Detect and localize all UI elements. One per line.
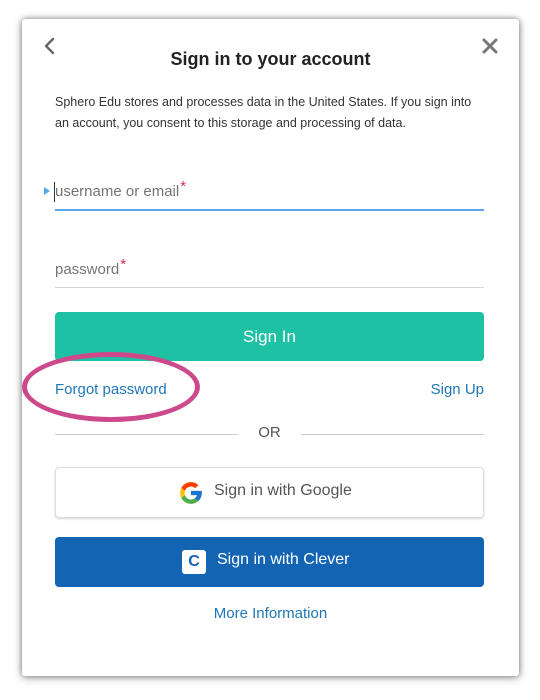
clever-button-label: Sign in with Clever bbox=[217, 551, 350, 568]
password-field[interactable]: password* bbox=[55, 247, 484, 288]
forgot-password-link[interactable]: Forgot password bbox=[55, 381, 167, 398]
sign-in-with-clever-button[interactable]: C Sign in with Clever bbox=[55, 537, 484, 587]
divider-line-right bbox=[301, 434, 484, 435]
data-storage-notice: Sphero Edu stores and processes data in … bbox=[55, 95, 472, 130]
more-information-link[interactable]: More Information bbox=[22, 605, 519, 622]
focus-marker-icon bbox=[44, 187, 50, 195]
sign-in-dialog: Sign in to your account Sphero Edu store… bbox=[22, 19, 519, 676]
google-button-label: Sign in with Google bbox=[214, 482, 352, 499]
username-email-field[interactable]: username or email* bbox=[44, 169, 484, 211]
required-marker: * bbox=[180, 178, 187, 195]
username-placeholder: username or email bbox=[55, 183, 180, 200]
google-logo-icon bbox=[180, 482, 202, 504]
dialog-title: Sign in to your account bbox=[170, 49, 371, 69]
sign-in-with-google-button[interactable]: Sign in with Google bbox=[55, 467, 484, 518]
or-divider-text: OR bbox=[258, 424, 281, 441]
required-marker: * bbox=[120, 256, 127, 273]
divider-line-left bbox=[55, 434, 238, 435]
clever-logo-icon: C bbox=[182, 550, 206, 574]
sign-up-link[interactable]: Sign Up bbox=[431, 381, 484, 398]
password-placeholder: password bbox=[55, 261, 120, 278]
